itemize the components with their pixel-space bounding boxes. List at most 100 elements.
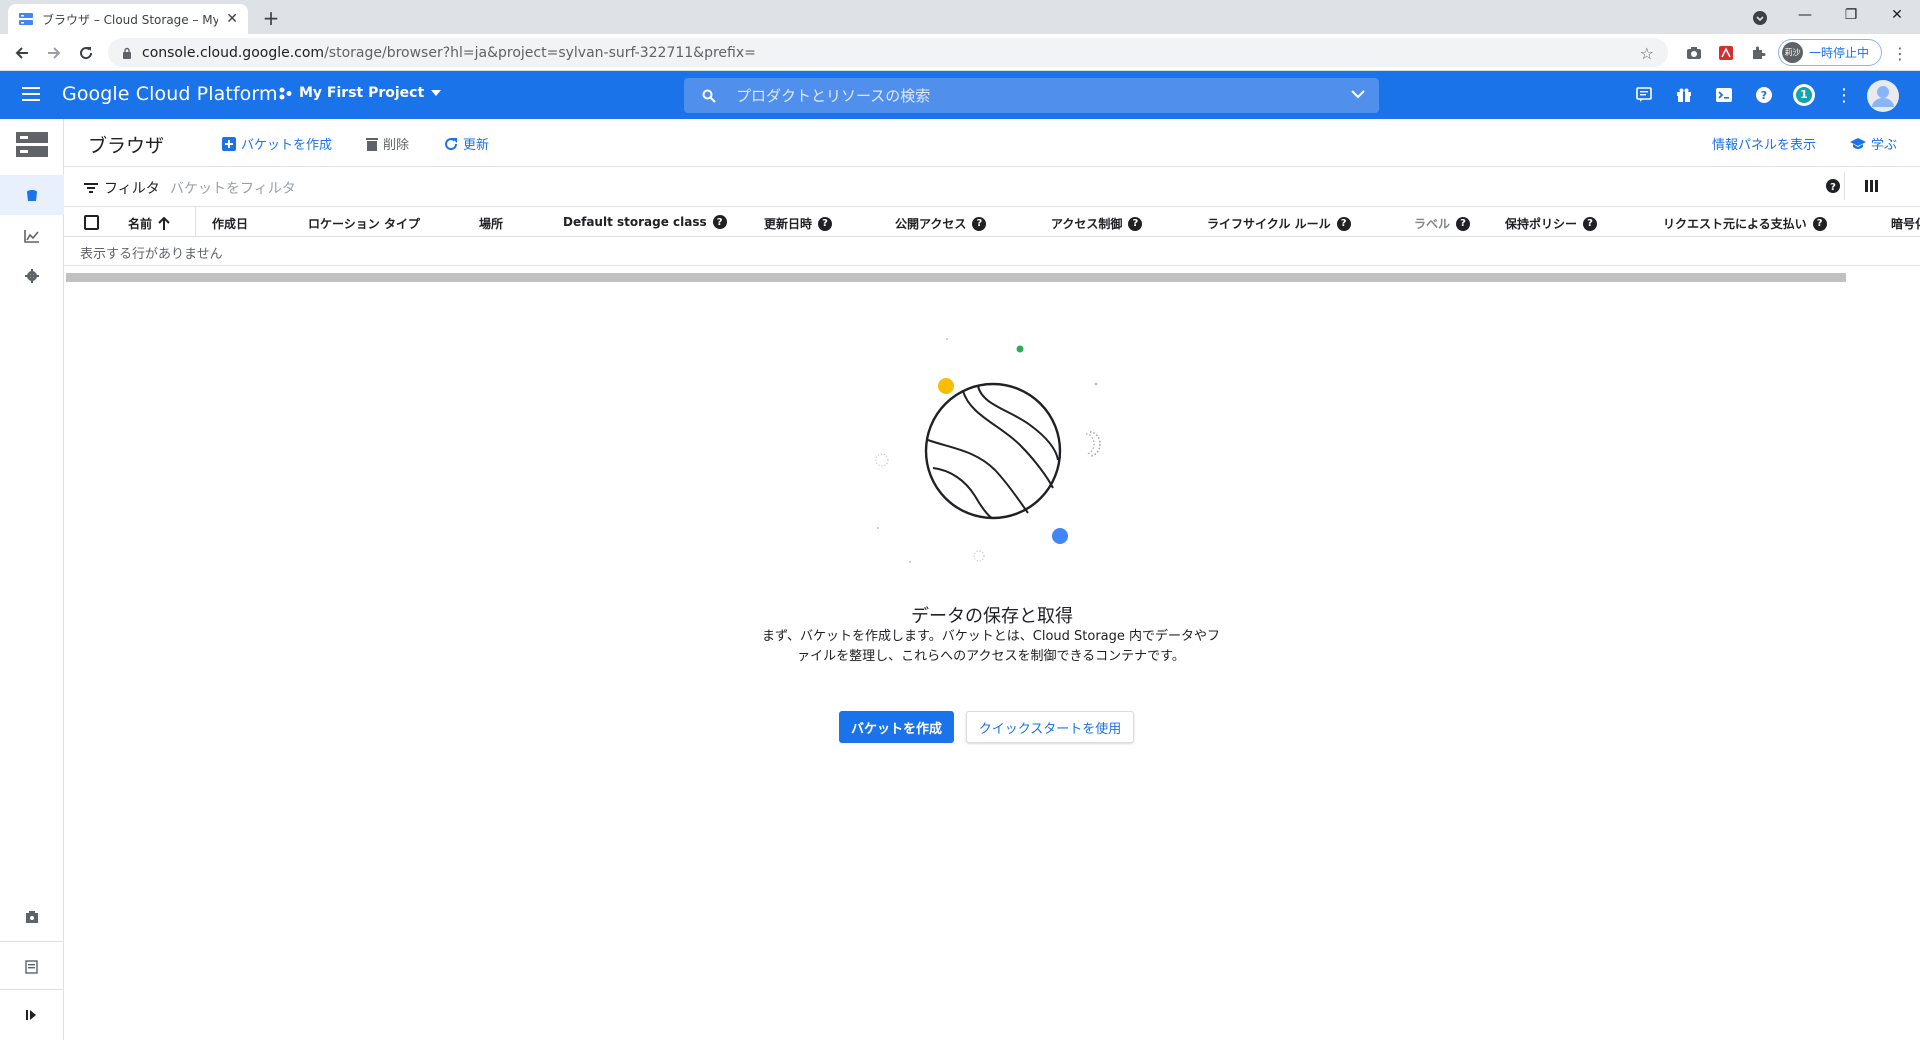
rail-marketplace-icon[interactable] — [0, 897, 64, 937]
rail-divider — [0, 989, 64, 990]
search-placeholder: プロダクトとリソースの検索 — [736, 87, 931, 105]
minimize-button[interactable]: — — [1782, 0, 1828, 30]
help-icon[interactable]: ? — [818, 216, 833, 231]
feedback-icon[interactable] — [1632, 83, 1656, 107]
delete-button[interactable]: 削除 — [366, 134, 409, 153]
profile-avatar: 莉沙 — [1782, 42, 1803, 63]
learn-button[interactable]: 学ぶ — [1850, 134, 1897, 153]
table-help-icon[interactable]: ? — [1826, 179, 1840, 193]
back-button[interactable] — [10, 41, 34, 65]
filter-label: フィルタ — [104, 181, 160, 197]
help-icon[interactable]: ? — [972, 216, 987, 231]
screenshot-icon[interactable] — [1682, 41, 1706, 65]
search-expand-chevron-icon[interactable] — [1351, 90, 1365, 99]
help-icon[interactable]: ? — [1456, 216, 1471, 231]
hamburger-menu-icon[interactable] — [22, 85, 40, 103]
help-icon[interactable]: ? — [1752, 83, 1776, 107]
column-display-icon[interactable] — [1865, 180, 1878, 192]
url-path: /storage/browser?hl=ja&project=sylvan-su… — [324, 44, 756, 61]
profile-button[interactable]: 莉沙 一時停止中 — [1778, 39, 1882, 66]
sort-arrow-up-icon — [158, 217, 170, 230]
filter-button[interactable]: フィルタ — [84, 178, 160, 198]
help-icon[interactable]: ? — [1812, 216, 1827, 231]
create-bucket-primary-button[interactable]: バケットを作成 — [839, 711, 954, 743]
column-header-storage-class[interactable]: Default storage class? — [563, 215, 727, 229]
browser-tab-bar: ブラウザ – Cloud Storage – My Firs ✕ + — ❐ ✕ — [0, 0, 1920, 34]
tab-search-icon[interactable] — [1748, 6, 1772, 30]
restore-button[interactable]: ❐ — [1828, 0, 1874, 30]
horizontal-scrollbar[interactable] — [66, 273, 1846, 282]
rail-item-browser-icon[interactable] — [0, 175, 64, 215]
filter-row: フィルタ バケットをフィルタ ? — [64, 167, 1920, 207]
empty-table-message: 表示する行がありません — [80, 247, 223, 262]
gift-icon[interactable] — [1672, 83, 1696, 107]
create-bucket-label: バケットを作成 — [241, 138, 333, 153]
bookmark-star-icon[interactable]: ☆ — [1640, 44, 1654, 63]
page-title: ブラウザ — [88, 135, 165, 157]
column-header-public-access[interactable]: 公開アクセス? — [895, 215, 987, 232]
rail-divider — [0, 941, 64, 942]
rail-item-settings-gear-icon[interactable] — [0, 256, 64, 296]
column-divider — [195, 207, 196, 237]
notifications-icon[interactable]: 1 — [1792, 83, 1816, 107]
storage-product-icon[interactable] — [0, 123, 64, 167]
help-icon[interactable]: ? — [1128, 216, 1143, 231]
gcp-logo-text[interactable]: Google Cloud Platform — [62, 83, 278, 105]
refresh-button[interactable]: 更新 — [444, 134, 489, 153]
learn-label: 学ぶ — [1871, 138, 1898, 153]
add-box-icon — [222, 136, 236, 151]
column-header-location[interactable]: 場所 — [479, 215, 503, 232]
table-bottom-divider — [64, 265, 1920, 266]
tab-favicon-icon — [18, 11, 34, 27]
extensions-puzzle-icon[interactable] — [1746, 41, 1770, 65]
rail-expand-icon[interactable] — [0, 995, 64, 1035]
account-avatar-icon[interactable] — [1866, 79, 1900, 113]
refresh-label: 更新 — [463, 138, 490, 153]
quickstart-button[interactable]: クイックスタートを使用 — [966, 711, 1134, 743]
column-header-name[interactable]: 名前 — [128, 215, 170, 232]
project-selector[interactable]: My First Project — [278, 85, 442, 101]
column-header-encryption[interactable]: 暗号化 — [1891, 215, 1920, 232]
cloud-shell-icon[interactable] — [1712, 83, 1736, 107]
column-header-lifecycle[interactable]: ライフサイクル ルール? — [1207, 215, 1351, 232]
column-header-retention[interactable]: 保持ポリシー? — [1505, 215, 1598, 232]
search-icon — [702, 89, 716, 103]
pdf-extension-icon[interactable] — [1714, 41, 1738, 65]
more-vert-icon[interactable]: ⋮ — [1832, 83, 1856, 107]
create-bucket-button[interactable]: バケットを作成 — [222, 134, 332, 153]
url-field[interactable]: console.cloud.google.com/storage/browser… — [108, 38, 1668, 67]
svg-text:?: ? — [1761, 89, 1767, 102]
select-all-checkbox[interactable] — [84, 215, 99, 230]
filter-divider — [1844, 172, 1845, 200]
column-header-labels[interactable]: ラベル? — [1414, 215, 1471, 232]
new-tab-button[interactable]: + — [260, 6, 282, 30]
search-bar[interactable]: プロダクトとリソースの検索 — [684, 78, 1379, 113]
column-header-requester-pays[interactable]: リクエスト元による支払い? — [1663, 215, 1827, 232]
page-toolbar: ブラウザ バケットを作成 削除 更新 情報パネルを表示 学ぶ — [64, 119, 1920, 167]
close-window-button[interactable]: ✕ — [1874, 0, 1920, 30]
chrome-menu-icon[interactable]: ⋮ — [1888, 41, 1912, 65]
rail-item-monitoring-icon[interactable] — [0, 216, 64, 256]
svg-text:?: ? — [1830, 182, 1836, 193]
notification-count: 1 — [1800, 88, 1808, 101]
column-header-access-control[interactable]: アクセス制御? — [1051, 215, 1143, 232]
column-header-created[interactable]: 作成日 — [212, 215, 248, 232]
school-icon — [1850, 137, 1866, 150]
tab-close-icon[interactable]: ✕ — [226, 11, 238, 27]
browser-tab[interactable]: ブラウザ – Cloud Storage – My Firs ✕ — [8, 4, 248, 34]
empty-state-description: まず、バケットを作成します。バケットとは、Cloud Storage 内でデータ… — [761, 629, 1221, 664]
help-icon[interactable]: ? — [1336, 216, 1351, 231]
reload-button[interactable] — [74, 41, 98, 65]
empty-state-title: データの保存と取得 — [911, 606, 1073, 627]
profile-status: 一時停止中 — [1809, 46, 1870, 60]
show-info-panel-button[interactable]: 情報パネルを表示 — [1712, 134, 1816, 153]
help-icon[interactable]: ? — [1583, 216, 1598, 231]
storage-illustration — [870, 330, 1120, 570]
column-header-updated[interactable]: 更新日時? — [764, 215, 833, 232]
tab-title: ブラウザ – Cloud Storage – My Firs — [42, 12, 219, 27]
rail-release-notes-icon[interactable] — [0, 947, 64, 987]
forward-button[interactable] — [42, 41, 66, 65]
column-header-location-type[interactable]: ロケーション タイプ — [308, 215, 420, 232]
filter-input[interactable]: バケットをフィルタ — [170, 178, 296, 198]
help-icon[interactable]: ? — [712, 215, 727, 229]
